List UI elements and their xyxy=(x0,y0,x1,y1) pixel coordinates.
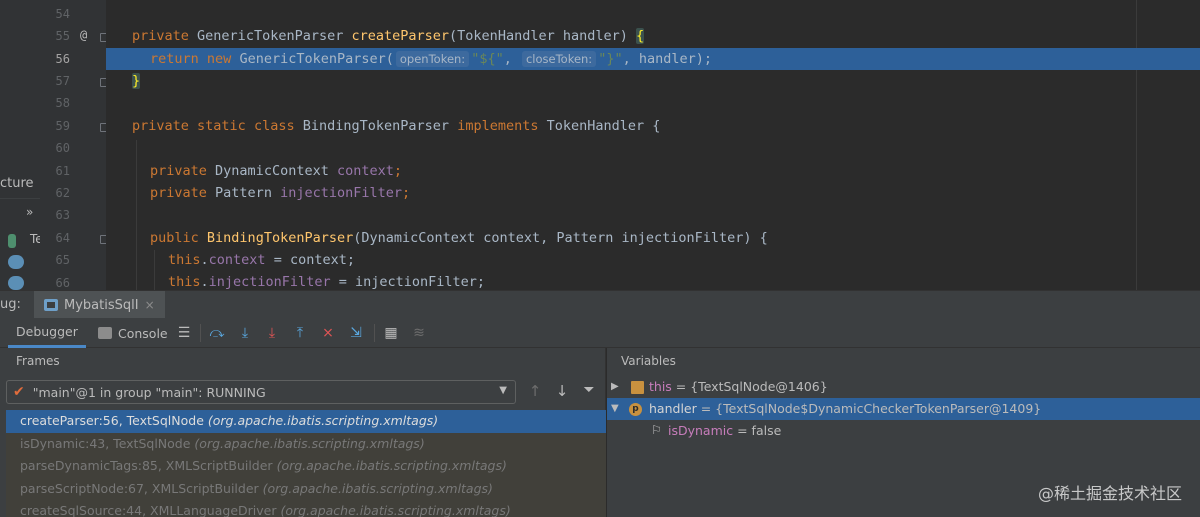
arrow-up-icon[interactable]: ↑ xyxy=(526,382,544,400)
variable-row-this[interactable]: ▶ this = {TextSqlNode@1406} xyxy=(607,376,1200,398)
frame-item[interactable]: isDynamic:43, TextSqlNode (org.apache.ib… xyxy=(6,432,606,455)
code-line-61[interactable]: private DynamicContext context; xyxy=(106,160,1200,182)
param-hint-open-token: openToken: xyxy=(395,51,470,67)
frame-item[interactable]: createParser:56, TextSqlNode (org.apache… xyxy=(6,410,606,433)
console-icon xyxy=(98,327,112,339)
run-config-icon xyxy=(44,299,58,311)
debugger-toolbar: Debugger Console ☰ ⤼ ⤓ ⤓ ⤒ ⨯ ⇲ ▦ ≋ xyxy=(0,318,1200,348)
run-config-tab-label: MybatisSqlI xyxy=(64,297,139,313)
line-number: 61 xyxy=(55,164,70,178)
arrow-down-icon[interactable]: ↓ xyxy=(553,382,571,400)
line-number: 65 xyxy=(55,253,70,267)
strip-divider xyxy=(0,198,40,199)
expand-arrow-icon[interactable]: ▶ xyxy=(611,376,619,398)
line-number: 62 xyxy=(55,186,70,200)
debug-window-label: ug: xyxy=(0,297,21,312)
variable-row-handler[interactable]: ▼ p handler = {TextSqlNode$DynamicChecke… xyxy=(607,398,1200,420)
class-icon xyxy=(8,255,24,269)
frames-title: Frames xyxy=(16,354,60,368)
code-line-59[interactable]: private static class BindingTokenParser … xyxy=(106,115,1200,137)
thread-selector[interactable]: ✔ "main"@1 in group "main": RUNNING ▼ xyxy=(6,380,516,404)
debug-tool-window-header: ug: MybatisSqlI × xyxy=(0,290,1200,319)
frame-item[interactable]: createSqlSource:44, XMLLanguageDriver (o… xyxy=(6,500,606,517)
line-number: 55 xyxy=(55,29,70,43)
check-icon: ✔ xyxy=(13,384,25,400)
filter-icon[interactable]: ⏷ xyxy=(580,382,598,398)
chevron-down-icon: ▼ xyxy=(499,385,507,396)
run-config-tab[interactable]: MybatisSqlI × xyxy=(34,291,165,319)
class-icon xyxy=(8,276,24,290)
run-to-cursor-icon[interactable]: ⇲ xyxy=(347,324,365,342)
frames-panel: Frames ✔ "main"@1 in group "main": RUNNI… xyxy=(0,348,606,517)
code-line-57[interactable]: } xyxy=(106,70,1200,92)
matched-brace: { xyxy=(635,28,645,44)
step-out-icon[interactable]: ⤒ xyxy=(291,324,309,342)
code-line-64[interactable]: public BindingTokenParser(DynamicContext… xyxy=(106,227,1200,249)
variable-row-isdynamic[interactable]: ⚐ isDynamic = false xyxy=(607,420,1200,442)
chevron-right-icon[interactable]: » xyxy=(26,205,33,219)
variables-title: Variables xyxy=(621,354,676,368)
watermark: @稀土掘金技术社区 xyxy=(1037,484,1182,503)
structure-tool-strip: cture » Te xyxy=(0,0,43,290)
param-hint-close-token: closeToken: xyxy=(521,51,597,67)
override-marker-icon[interactable]: @ xyxy=(80,28,87,42)
line-number: 57 xyxy=(55,74,70,88)
tab-debugger[interactable]: Debugger xyxy=(8,318,86,348)
code-line-66[interactable]: this.injectionFilter = injectionFilter; xyxy=(106,271,1200,290)
line-number: 63 xyxy=(55,208,70,222)
force-step-into-icon[interactable]: ⤓ xyxy=(263,324,281,342)
editor-gutter: 54 55 @ 56 57 58 59 60 61 62 63 64 65 66 xyxy=(40,0,109,290)
toolbar-separator xyxy=(200,324,201,342)
code-editor[interactable]: private GenericTokenParser createParser(… xyxy=(106,0,1200,290)
tab-console[interactable]: Console xyxy=(98,318,168,348)
structure-tool-label[interactable]: cture xyxy=(0,176,34,191)
line-number: 59 xyxy=(55,119,70,133)
variables-panel: Variables ▶ this = {TextSqlNode@1406} ▼ … xyxy=(607,348,1200,517)
code-line-56-current[interactable]: return new GenericTokenParser(openToken:… xyxy=(106,48,1200,70)
line-number: 64 xyxy=(55,231,70,245)
trace-icon[interactable]: ≋ xyxy=(410,324,428,342)
menu-icon[interactable]: ☰ xyxy=(175,324,193,342)
evaluate-icon[interactable]: ▦ xyxy=(382,324,400,342)
close-icon[interactable]: × xyxy=(145,298,155,312)
thread-selector-value: "main"@1 in group "main": RUNNING xyxy=(32,384,266,400)
parameter-icon: p xyxy=(629,403,642,416)
flag-icon: ⚐ xyxy=(651,423,662,437)
line-number: 54 xyxy=(55,7,70,21)
frame-item[interactable]: parseScriptNode:67, XMLScriptBuilder (or… xyxy=(6,477,606,500)
line-number: 60 xyxy=(55,141,70,155)
step-over-icon[interactable]: ⤼ xyxy=(208,324,226,342)
toolbar-separator xyxy=(374,324,375,342)
drop-frame-icon[interactable]: ⨯ xyxy=(319,324,337,342)
frame-list: createParser:56, TextSqlNode (org.apache… xyxy=(6,410,606,517)
line-number: 56 xyxy=(55,52,70,66)
step-into-icon[interactable]: ⤓ xyxy=(236,324,254,342)
matched-brace: } xyxy=(132,73,141,89)
code-line-62[interactable]: private Pattern injectionFilter; xyxy=(106,182,1200,204)
code-line-55[interactable]: private GenericTokenParser createParser(… xyxy=(106,25,1200,47)
frame-item[interactable]: parseDynamicTags:85, XMLScriptBuilder (o… xyxy=(6,455,606,478)
code-line-65[interactable]: this.context = context; xyxy=(106,249,1200,271)
line-number: 66 xyxy=(55,276,70,290)
field-list-icon xyxy=(631,381,644,394)
line-number: 58 xyxy=(55,96,70,110)
structure-tree-icon xyxy=(8,234,16,248)
collapse-arrow-icon[interactable]: ▼ xyxy=(611,398,619,420)
